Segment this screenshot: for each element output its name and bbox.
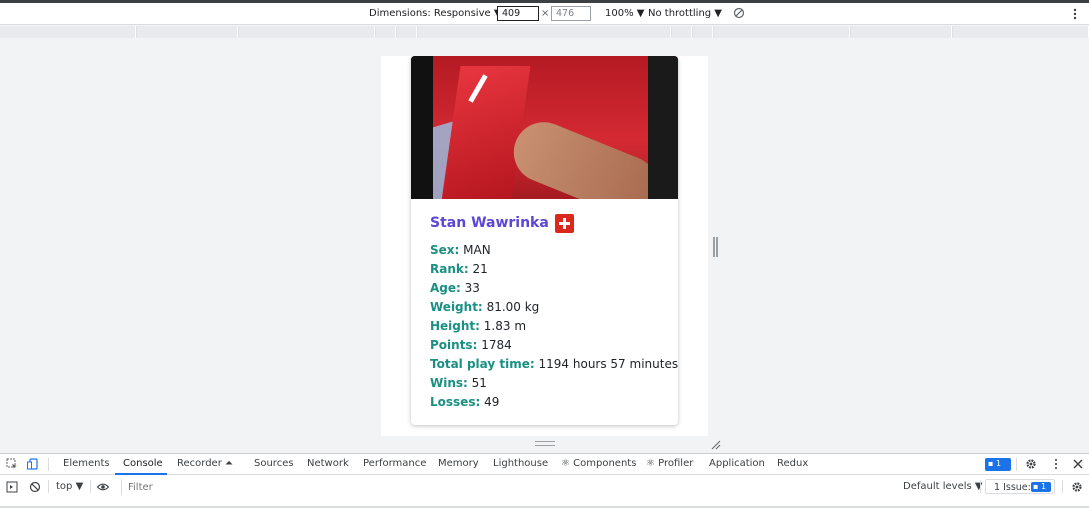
stat-rank: Rank: 21 xyxy=(430,262,488,276)
inspect-element-icon[interactable] xyxy=(6,458,18,470)
clear-console-icon[interactable] xyxy=(29,481,41,493)
media-query-segment[interactable] xyxy=(397,26,417,38)
player-name: Stan Wawrinka xyxy=(430,215,549,231)
player-name-row: Stan Wawrinka xyxy=(430,213,670,233)
more-options-icon[interactable] xyxy=(1050,458,1062,470)
tab-redux[interactable]: Redux xyxy=(777,458,808,469)
stat-wins: Wins: 51 xyxy=(430,376,487,390)
issues-button[interactable]: 1 Issue: ▪ 1 xyxy=(985,479,1055,494)
context-selector[interactable]: top ▼ xyxy=(56,481,83,492)
media-query-segment[interactable] xyxy=(953,26,1089,38)
message-icon: ▪ xyxy=(988,459,994,468)
media-query-segment[interactable] xyxy=(239,26,375,38)
dimensions-dropdown[interactable]: Dimensions: Responsive ▼ xyxy=(369,8,502,19)
issues-label: 1 Issue: xyxy=(994,482,1031,493)
messages-count: 1 xyxy=(995,459,1002,468)
media-query-segment[interactable] xyxy=(0,26,136,38)
dimension-separator: × xyxy=(541,8,550,19)
media-query-segment[interactable] xyxy=(418,26,671,38)
toolbar-divider xyxy=(90,480,91,493)
rotate-icon[interactable] xyxy=(733,7,745,19)
stat-height: Height: 1.83 m xyxy=(430,319,527,333)
media-query-segment[interactable] xyxy=(376,26,396,38)
stat-losses: Losses: 49 xyxy=(430,395,500,409)
tab-application[interactable]: Application xyxy=(709,458,765,469)
devtools-tabs-row: Elements Console Recorder ⏶ Sources Netw… xyxy=(0,454,1089,475)
player-stats: Sex: MAN Rank: 21 Age: 33 Weight: 81.00 … xyxy=(430,241,678,412)
device-viewport: Stan Wawrinka Sex: MAN Rank: 21 Age: 33 … xyxy=(381,56,708,436)
log-levels-dropdown[interactable]: Default levels ▼ xyxy=(903,481,983,492)
throttling-dropdown[interactable]: No throttling ▼ xyxy=(648,8,722,19)
message-icon: ▪ xyxy=(1033,482,1039,491)
tab-network[interactable]: Network xyxy=(307,458,349,469)
stat-age: Age: 33 xyxy=(430,281,480,295)
media-query-segment[interactable] xyxy=(693,26,713,38)
media-query-segment[interactable] xyxy=(137,26,238,38)
console-toolbar: top ▼ Default levels ▼ 1 Issue: ▪ 1 xyxy=(0,476,1089,498)
tab-lighthouse[interactable]: Lighthouse xyxy=(493,458,548,469)
viewport-width-input[interactable]: 409 xyxy=(497,6,539,21)
resize-handle-right[interactable] xyxy=(713,237,718,257)
live-expression-eye-icon[interactable] xyxy=(97,481,109,493)
media-query-bar[interactable] xyxy=(0,26,1089,38)
tab-console[interactable]: Console xyxy=(123,458,163,469)
stat-weight: Weight: 81.00 kg xyxy=(430,300,540,314)
tab-memory[interactable]: Memory xyxy=(438,458,479,469)
console-filter-input[interactable] xyxy=(121,479,896,495)
tab-profiler[interactable]: ⚛ Profiler xyxy=(646,458,693,469)
resize-corner-icon[interactable] xyxy=(711,440,721,450)
device-toolbar: Dimensions: Responsive ▼ 409 × 476 100% … xyxy=(0,3,1089,25)
close-icon[interactable] xyxy=(1072,458,1084,470)
player-info: Stan Wawrinka Sex: MAN Rank: 21 Age: 33 … xyxy=(430,213,678,412)
resize-handle-bottom[interactable] xyxy=(535,441,555,446)
tab-components[interactable]: ⚛ Components xyxy=(561,458,636,469)
toolbar-divider xyxy=(980,480,981,493)
tab-performance[interactable]: Performance xyxy=(363,458,426,469)
stat-points: Points: 1784 xyxy=(430,338,512,352)
toolbar-divider xyxy=(48,480,49,493)
device-toolbar-icon[interactable] xyxy=(27,458,39,470)
messages-badge[interactable]: ▪ 1 xyxy=(985,458,1011,471)
tab-elements[interactable]: Elements xyxy=(63,458,110,469)
active-tab-indicator xyxy=(115,473,167,475)
stat-sex: Sex: MAN xyxy=(430,243,491,257)
viewport-area: Stan Wawrinka Sex: MAN Rank: 21 Age: 33 … xyxy=(0,38,1089,453)
toolbar-divider xyxy=(48,458,49,471)
media-query-segment[interactable] xyxy=(714,26,850,38)
zoom-dropdown[interactable]: 100% ▼ xyxy=(605,8,644,19)
console-settings-gear-icon[interactable] xyxy=(1071,481,1083,493)
toolbar-divider xyxy=(1016,458,1017,471)
media-query-segment[interactable] xyxy=(672,26,692,38)
more-options-icon[interactable] xyxy=(1072,7,1078,21)
stat-play-time: Total play time: 1194 hours 57 minutes xyxy=(430,357,678,371)
player-photo xyxy=(411,56,678,199)
player-card: Stan Wawrinka Sex: MAN Rank: 21 Age: 33 … xyxy=(411,56,678,425)
swiss-flag-icon xyxy=(554,213,574,233)
devtools-panel: Elements Console Recorder ⏶ Sources Netw… xyxy=(0,453,1089,508)
sidebar-toggle-icon[interactable] xyxy=(6,481,18,493)
settings-gear-icon[interactable] xyxy=(1025,458,1037,470)
viewport-height-input[interactable]: 476 xyxy=(551,6,591,21)
tab-sources[interactable]: Sources xyxy=(254,458,294,469)
toolbar-divider xyxy=(1062,480,1063,493)
media-query-segment[interactable] xyxy=(851,26,952,38)
tab-recorder[interactable]: Recorder ⏶ xyxy=(177,458,233,469)
issues-badge: ▪ 1 xyxy=(1031,482,1051,492)
